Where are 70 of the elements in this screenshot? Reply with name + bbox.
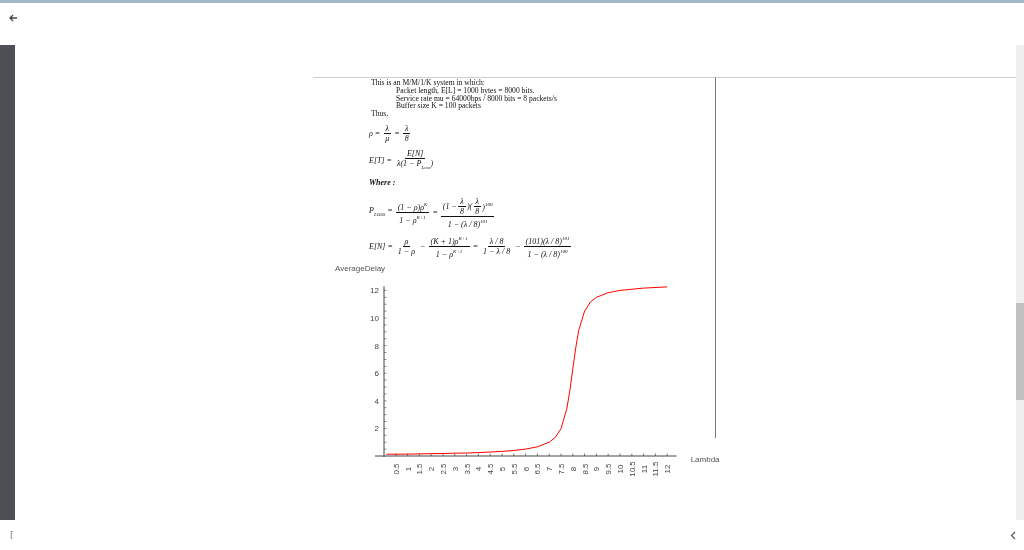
x-tick-label: 3.5 (462, 463, 472, 475)
math-text: P$_{LOSS}$ = (369, 206, 393, 219)
math-text: (1 − ρ)ρ$^{K}$ (397, 201, 428, 212)
math-text: 8 (475, 206, 480, 216)
y-tick-label: 12 (370, 285, 379, 295)
math-text: E[N] (406, 149, 424, 158)
x-tick-label: 0.5 (391, 463, 401, 475)
y-tick-label: 2 (374, 423, 379, 433)
x-tick-label: 7 (545, 466, 555, 471)
math-text: 1 − ρ$^{K+1}$ (399, 213, 426, 225)
x-tick-label: 9 (592, 466, 602, 471)
math-text: = (394, 129, 400, 138)
x-tick-label: 12 (663, 464, 673, 473)
math-text: 1 − (λ / 8)$^{100}$ (527, 247, 568, 259)
x-tick-label: 8 (568, 466, 578, 471)
x-tick-label: 4 (474, 466, 484, 471)
x-tick-label: 10 (616, 464, 625, 473)
math-text: μ (385, 134, 390, 143)
chevron-left-icon[interactable] (1010, 530, 1016, 540)
y-axis-label: AverageDelay (335, 263, 386, 273)
corner-mark: [ (10, 530, 14, 540)
math-text: 8 (404, 134, 409, 143)
scrollbar[interactable] (1016, 45, 1024, 520)
x-tick-label: 6 (521, 466, 531, 471)
math-text: λ (404, 124, 409, 133)
math-text: Where : (369, 177, 396, 187)
math-text: − (515, 241, 521, 251)
math-text: 1 − λ / 8 (483, 246, 511, 256)
x-tick-label: 4.5 (486, 463, 496, 475)
math-text: E[N] = (369, 241, 393, 251)
math-text: ρ = (369, 129, 381, 138)
math-text: (K + 1)ρ$^{K+1}$ (430, 235, 468, 246)
math-text: (101)(λ / 8)$^{101}$ (525, 235, 570, 246)
math-text: 8 (459, 206, 464, 216)
x-tick-label: 1 (403, 466, 413, 471)
x-tick-label: 6.5 (533, 463, 543, 475)
math-text: (1 − (442, 201, 457, 211)
math-text: λ (460, 196, 464, 206)
math-text: λ(1 − P$_{Loss}$) (396, 159, 434, 172)
x-tick-label: 11 (639, 464, 649, 473)
x-tick-label: 5 (498, 466, 507, 471)
math-text: 1 − ρ (397, 246, 416, 256)
math-text: ρ (404, 236, 409, 246)
math-text: = (472, 241, 479, 251)
math-text: λ / 8 (489, 236, 504, 246)
math-text: = (432, 207, 438, 217)
y-tick-label: 10 (370, 313, 379, 323)
x-tick-label: 2 (427, 466, 437, 471)
y-tick-label: 8 (374, 341, 379, 351)
y-tick-label: 4 (374, 396, 379, 406)
math-text: )$^{100}$ (482, 201, 493, 212)
x-tick-label: 9.5 (604, 463, 614, 475)
x-tick-label: 10.5 (627, 460, 637, 477)
x-tick-label: 8.5 (580, 463, 590, 475)
x-tick-label: 11.5 (651, 461, 661, 477)
x-tick-label: 2.5 (439, 463, 448, 475)
y-tick-label: 6 (374, 368, 379, 378)
x-tick-label: 7.5 (557, 463, 566, 475)
x-tick-label: 5.5 (509, 463, 519, 475)
math-text: 1 − (λ / 8)$^{101}$ (447, 217, 488, 229)
math-text: 1 − ρ$^{K+1}$ (435, 247, 463, 259)
math-text: λ (385, 124, 389, 133)
math-text: − (420, 241, 426, 251)
back-arrow-icon[interactable] (9, 14, 18, 22)
math-text: λ (475, 196, 479, 206)
x-tick-label: 3 (450, 466, 460, 471)
math-text: E[T] = (369, 155, 392, 165)
math-text: )( (466, 201, 473, 211)
x-axis-label: Lambda (690, 454, 720, 464)
x-tick-label: 1.5 (415, 463, 425, 475)
